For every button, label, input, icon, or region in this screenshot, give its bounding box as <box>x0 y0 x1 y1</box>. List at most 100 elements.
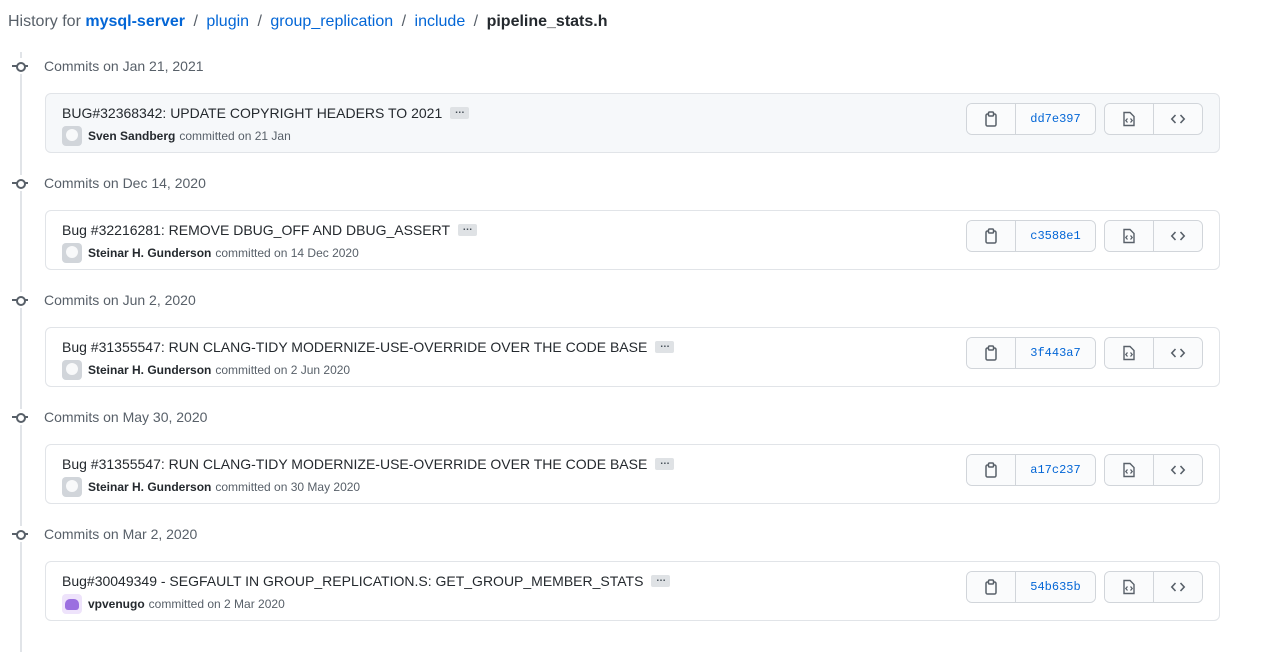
commit-card: Bug #31355547: RUN CLANG-TIDY MODERNIZE-… <box>45 444 1220 504</box>
commit-group-title: Commits on Jun 2, 2020 <box>44 292 196 308</box>
commit-author-link[interactable]: Sven Sandberg <box>88 129 175 143</box>
copy-sha-button[interactable] <box>967 338 1015 368</box>
file-code-icon <box>1123 579 1135 595</box>
code-icon <box>1170 582 1186 592</box>
breadcrumb-plugin-link[interactable]: plugin <box>206 13 249 30</box>
breadcrumb-separator: / <box>401 13 407 30</box>
copy-sha-button[interactable] <box>967 104 1015 134</box>
commit-message-link[interactable]: Bug #31355547: RUN CLANG-TIDY MODERNIZE-… <box>62 337 647 357</box>
commit-message-link[interactable]: Bug #32216281: REMOVE DBUG_OFF AND DBUG_… <box>62 220 450 240</box>
browse-repo-at-commit-button[interactable] <box>1153 221 1202 251</box>
commit-sha-link[interactable]: 3f443a7 <box>1015 338 1095 368</box>
commit-group: Commits on Mar 2, 2020 Bug#30049349 - SE… <box>0 524 1272 641</box>
commit-group-title: Commits on May 30, 2020 <box>44 409 208 425</box>
commit-author-link[interactable]: Steinar H. Gunderson <box>88 246 211 260</box>
breadcrumb-separator: / <box>193 13 198 30</box>
commit-group-header: Commits on Jun 2, 2020 <box>12 290 196 310</box>
commit-author-link[interactable]: Steinar H. Gunderson <box>88 363 211 377</box>
history-prefix: History for <box>8 13 81 30</box>
clipboard-icon <box>985 579 997 595</box>
git-commit-icon <box>12 409 28 425</box>
avatar[interactable] <box>62 477 82 497</box>
commit-sha-link[interactable]: c3588e1 <box>1015 221 1095 251</box>
sha-button-group: dd7e397 <box>966 103 1096 135</box>
browse-repo-at-commit-button[interactable] <box>1153 455 1202 485</box>
git-commit-icon <box>12 292 28 308</box>
view-file-at-commit-button[interactable] <box>1105 572 1153 602</box>
commit-date-text: committed on 2 Mar 2020 <box>148 597 285 611</box>
git-commit-icon <box>12 58 28 74</box>
commit-group: Commits on Jan 21, 2021 BUG#32368342: UP… <box>0 56 1272 173</box>
clipboard-icon <box>985 462 997 478</box>
commit-author-link[interactable]: vpvenugo <box>88 597 145 611</box>
breadcrumb: History for mysql-server / plugin / grou… <box>8 11 608 33</box>
expand-message-button[interactable]: … <box>651 574 671 587</box>
view-file-at-commit-button[interactable] <box>1105 104 1153 134</box>
commit-group-title: Commits on Dec 14, 2020 <box>44 175 206 191</box>
commit-group: Commits on Dec 14, 2020 Bug #32216281: R… <box>0 173 1272 290</box>
commit-date-text: committed on 2 Jun 2020 <box>215 363 351 377</box>
commit-group-header: Commits on May 30, 2020 <box>12 407 207 427</box>
copy-sha-button[interactable] <box>967 455 1015 485</box>
expand-message-button[interactable]: … <box>450 106 470 119</box>
code-icon <box>1170 231 1186 241</box>
commit-group-title: Commits on Jan 21, 2021 <box>44 58 204 74</box>
repo-link[interactable]: mysql-server <box>85 13 185 30</box>
commit-card: Bug #31355547: RUN CLANG-TIDY MODERNIZE-… <box>45 327 1220 387</box>
copy-sha-button[interactable] <box>967 572 1015 602</box>
commit-group-title: Commits on Mar 2, 2020 <box>44 526 198 542</box>
code-icon <box>1170 114 1186 124</box>
commit-group-header: Commits on Dec 14, 2020 <box>12 173 206 193</box>
expand-message-button[interactable]: … <box>655 457 675 470</box>
browse-repo-at-commit-button[interactable] <box>1153 572 1202 602</box>
commit-date-text: committed on 30 May 2020 <box>215 480 361 494</box>
commit-group: Commits on May 30, 2020 Bug #31355547: R… <box>0 407 1272 524</box>
git-commit-icon <box>12 175 28 191</box>
file-code-icon <box>1123 462 1135 478</box>
code-icon <box>1170 465 1186 475</box>
browse-button-group <box>1104 103 1203 135</box>
breadcrumb-include-link[interactable]: include <box>415 13 466 30</box>
view-file-at-commit-button[interactable] <box>1105 338 1153 368</box>
sha-button-group: c3588e1 <box>966 220 1096 252</box>
browse-button-group <box>1104 571 1203 603</box>
avatar[interactable] <box>62 126 82 146</box>
browse-repo-at-commit-button[interactable] <box>1153 338 1202 368</box>
commit-date-text: committed on 21 Jan <box>179 129 291 143</box>
file-code-icon <box>1123 345 1135 361</box>
code-icon <box>1170 348 1186 358</box>
commit-author-link[interactable]: Steinar H. Gunderson <box>88 480 211 494</box>
commit-message-link[interactable]: Bug #31355547: RUN CLANG-TIDY MODERNIZE-… <box>62 454 647 474</box>
commit-sha-link[interactable]: a17c237 <box>1015 455 1095 485</box>
expand-message-button[interactable]: … <box>458 223 478 236</box>
clipboard-icon <box>985 111 997 127</box>
browse-button-group <box>1104 454 1203 486</box>
commit-card: Bug #32216281: REMOVE DBUG_OFF AND DBUG_… <box>45 210 1220 270</box>
commit-card: BUG#32368342: UPDATE COPYRIGHT HEADERS T… <box>45 93 1220 153</box>
browse-repo-at-commit-button[interactable] <box>1153 104 1202 134</box>
commit-card: Bug#30049349 - SEGFAULT IN GROUP_REPLICA… <box>45 561 1220 621</box>
copy-sha-button[interactable] <box>967 221 1015 251</box>
clipboard-icon <box>985 345 997 361</box>
sha-button-group: a17c237 <box>966 454 1096 486</box>
commit-message-link[interactable]: Bug#30049349 - SEGFAULT IN GROUP_REPLICA… <box>62 571 643 591</box>
view-file-at-commit-button[interactable] <box>1105 221 1153 251</box>
git-commit-icon <box>12 526 28 542</box>
commit-group-header: Commits on Jan 21, 2021 <box>12 56 204 76</box>
expand-message-button[interactable]: … <box>655 340 675 353</box>
file-code-icon <box>1123 111 1135 127</box>
breadcrumb-group-replication-link[interactable]: group_replication <box>270 13 393 30</box>
sha-button-group: 3f443a7 <box>966 337 1096 369</box>
commit-date-text: committed on 14 Dec 2020 <box>215 246 359 260</box>
view-file-at-commit-button[interactable] <box>1105 455 1153 485</box>
commit-group-header: Commits on Mar 2, 2020 <box>12 524 197 544</box>
commit-message-link[interactable]: BUG#32368342: UPDATE COPYRIGHT HEADERS T… <box>62 103 442 123</box>
avatar[interactable] <box>62 243 82 263</box>
avatar[interactable] <box>62 360 82 380</box>
file-code-icon <box>1123 228 1135 244</box>
commit-sha-link[interactable]: dd7e397 <box>1015 104 1095 134</box>
breadcrumb-separator: / <box>473 13 479 30</box>
commit-sha-link[interactable]: 54b635b <box>1015 572 1095 602</box>
clipboard-icon <box>985 228 997 244</box>
avatar[interactable] <box>62 594 82 614</box>
